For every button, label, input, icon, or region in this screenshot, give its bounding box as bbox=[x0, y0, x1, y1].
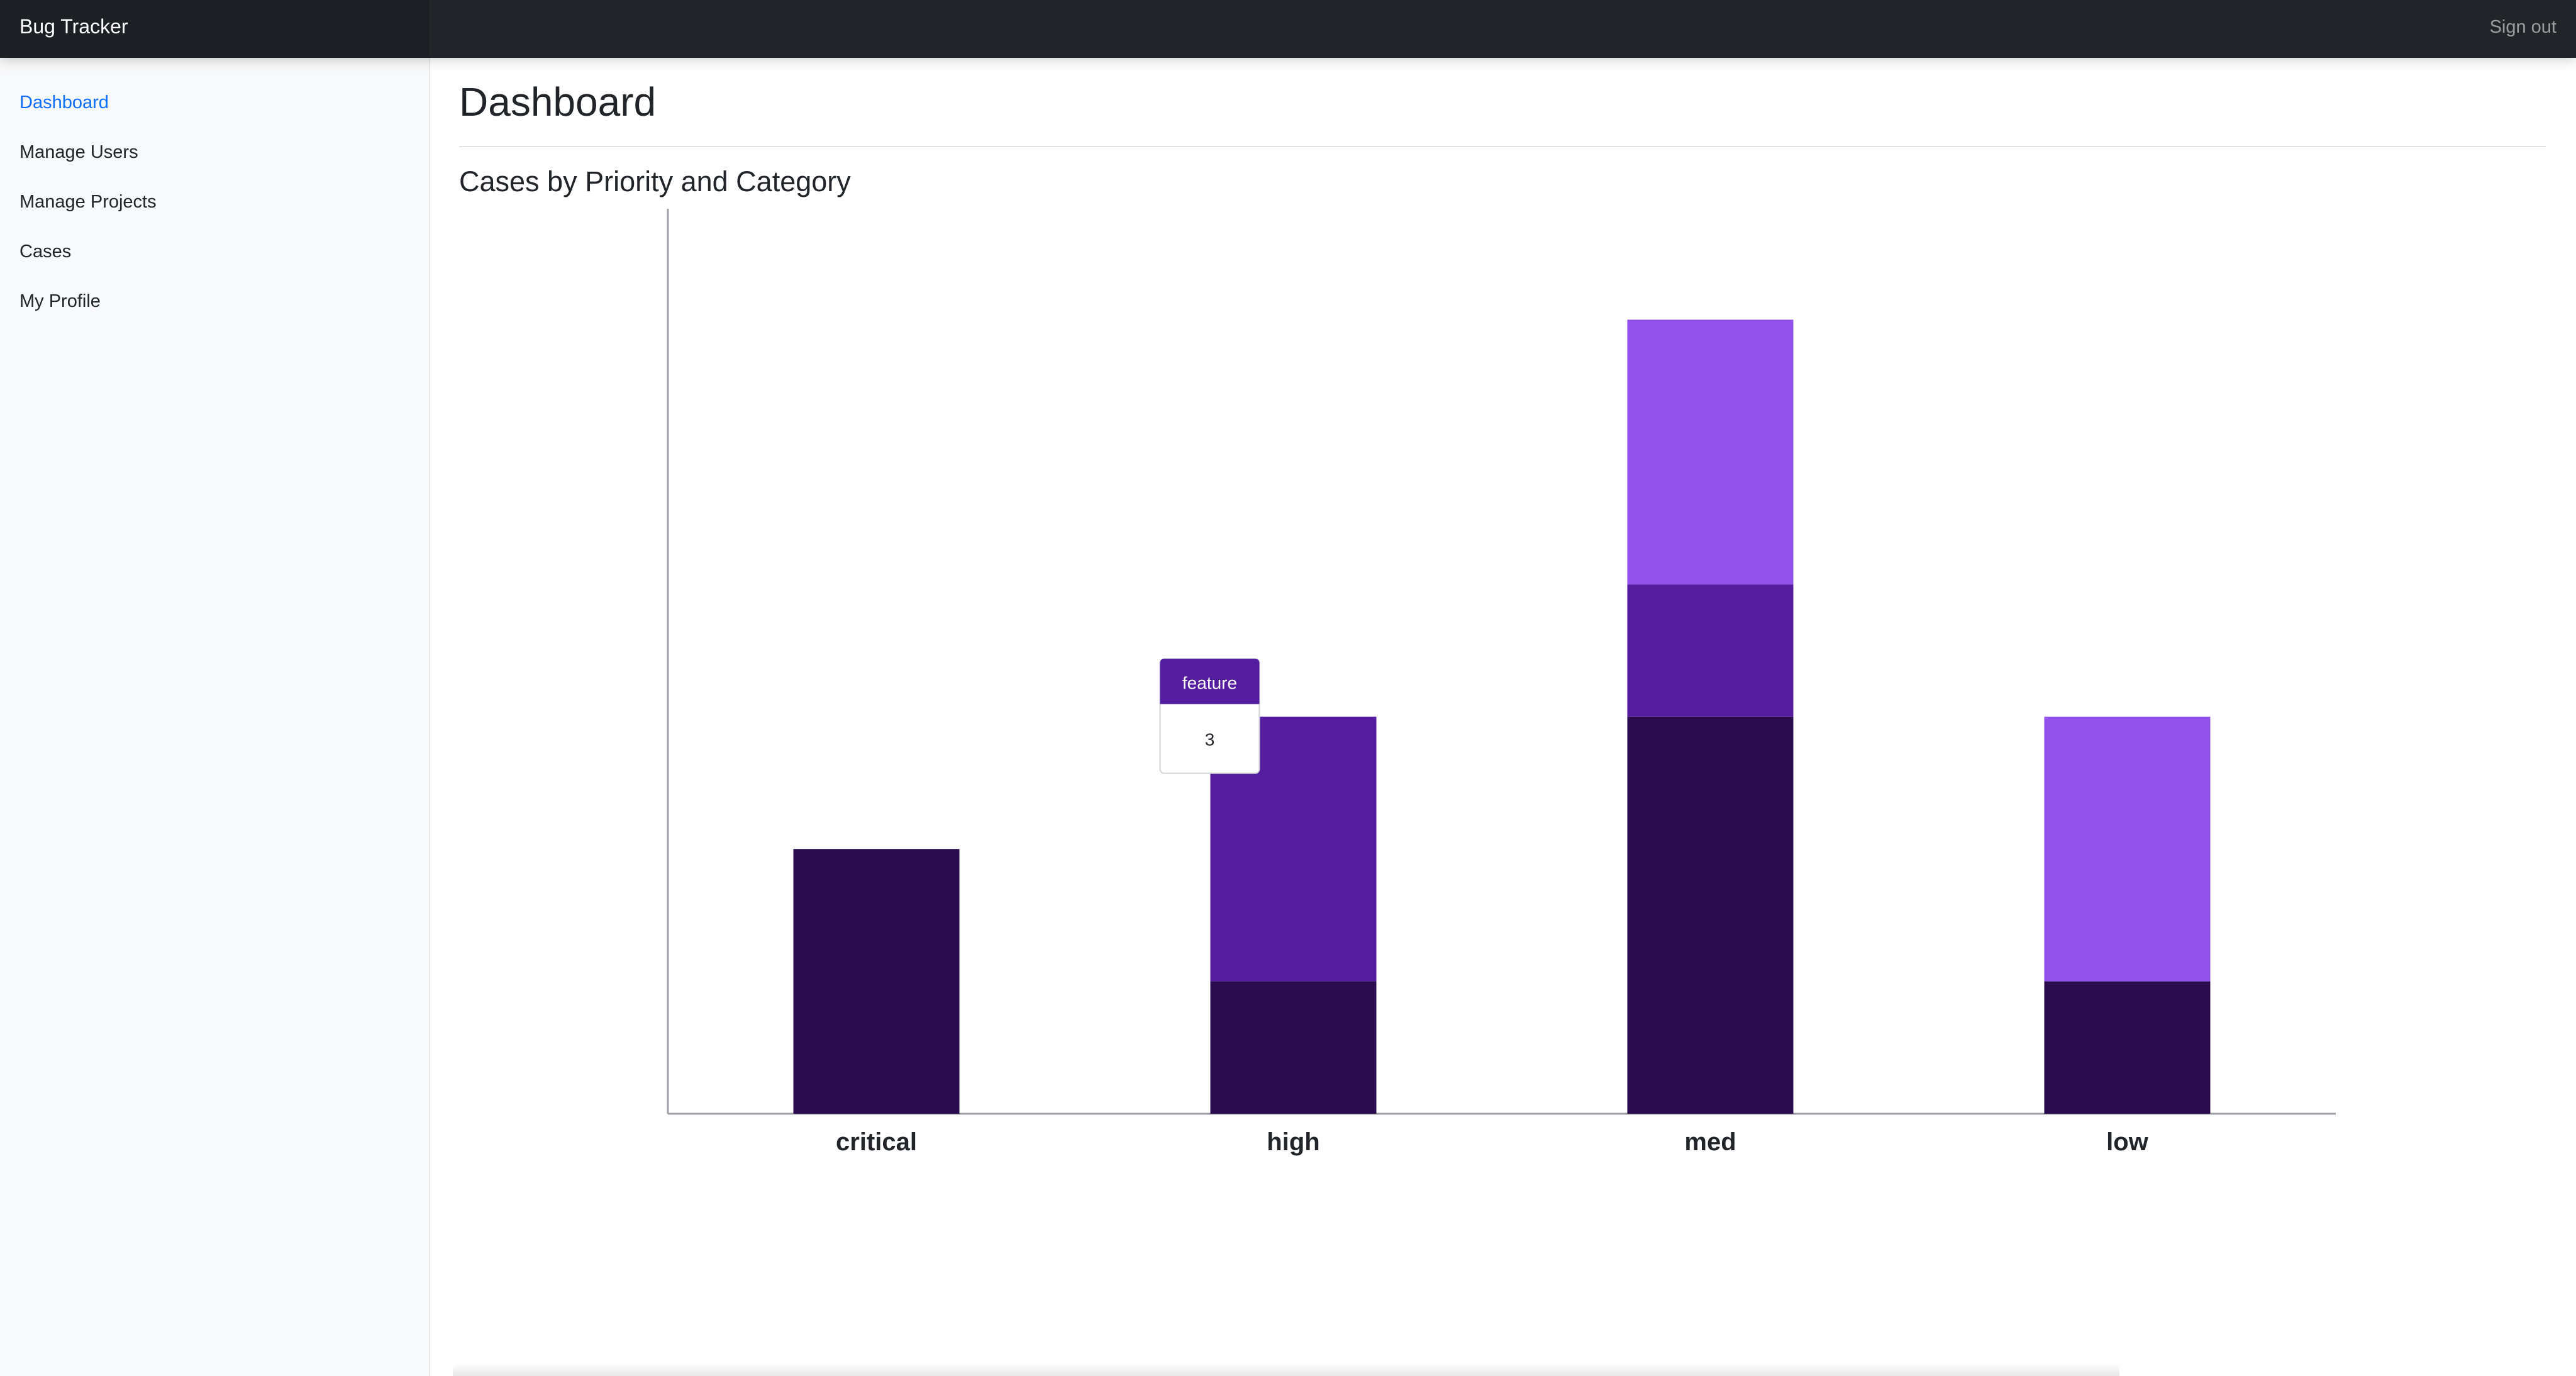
x-tick-label-med: med bbox=[1684, 1128, 1736, 1156]
x-tick-label-critical: critical bbox=[836, 1128, 917, 1156]
stacked-bar-chart: critical high med low feature 3 bbox=[667, 209, 2336, 1156]
sidebar-item-dashboard[interactable]: Dashboard bbox=[19, 92, 109, 113]
bar-high-series-1[interactable] bbox=[1210, 981, 1377, 1114]
sidebar-item-my-profile[interactable]: My Profile bbox=[19, 291, 101, 312]
bottom-panel-shadow bbox=[453, 1363, 2119, 1376]
bar-low-series-1[interactable] bbox=[2044, 981, 2211, 1114]
bar-low-series-3[interactable] bbox=[2044, 716, 2211, 982]
bar-med-series-2[interactable] bbox=[1627, 584, 1794, 717]
x-tick-label-low: low bbox=[2106, 1128, 2149, 1156]
sidebar-item-manage-projects[interactable]: Manage Projects bbox=[19, 192, 157, 213]
brand[interactable]: Bug Tracker bbox=[0, 0, 429, 58]
top-navbar: Bug Tracker Sign out bbox=[0, 0, 2576, 58]
bar-med-series-1[interactable] bbox=[1627, 716, 1794, 1114]
sidebar: Dashboard Manage Users Manage Projects C… bbox=[0, 58, 430, 1376]
bar-critical-series-1[interactable] bbox=[793, 849, 960, 1114]
tooltip-title: feature bbox=[1182, 674, 1237, 693]
sign-out-link[interactable]: Sign out bbox=[2490, 17, 2557, 38]
app-title[interactable]: Bug Tracker bbox=[19, 15, 128, 38]
sidebar-item-cases[interactable]: Cases bbox=[19, 241, 71, 262]
x-tick-label-high: high bbox=[1267, 1128, 1319, 1156]
tooltip-value: 3 bbox=[1205, 730, 1215, 750]
main-content: Dashboard Cases by Priority and Category… bbox=[430, 58, 2576, 1376]
bar-med-series-3[interactable] bbox=[1627, 319, 1794, 585]
sidebar-item-manage-users[interactable]: Manage Users bbox=[19, 142, 138, 163]
